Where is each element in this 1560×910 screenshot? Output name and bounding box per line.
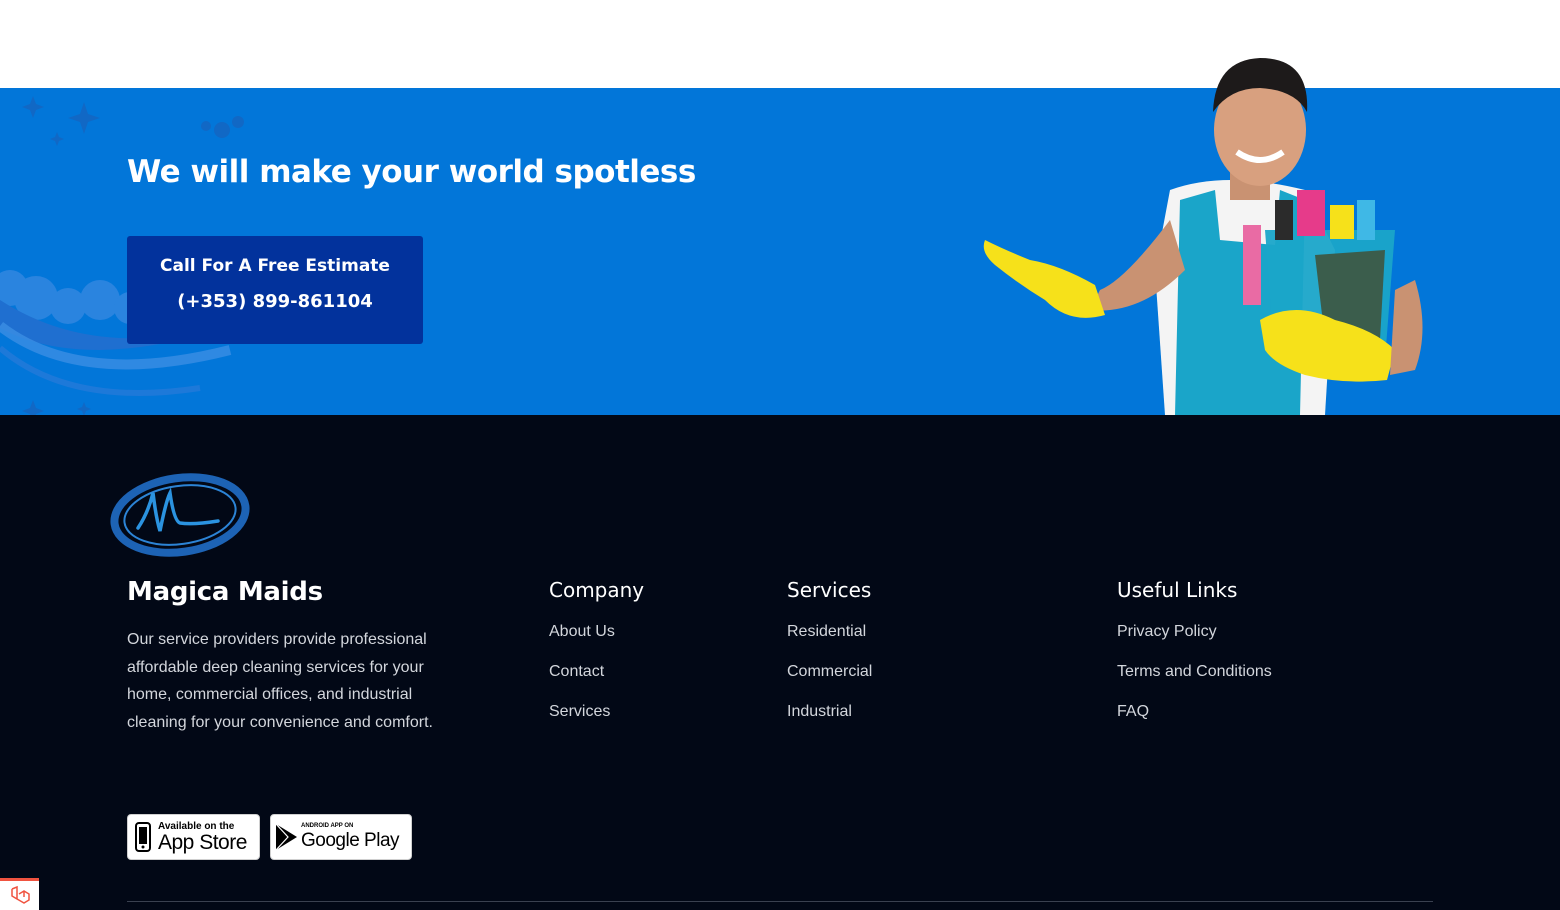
footer-link-industrial[interactable]: Industrial [787,703,872,743]
footer-column-company: Company About Us Contact Services [549,578,644,743]
brand-name: Magica Maids [127,577,323,607]
footer-link-faq[interactable]: FAQ [1117,703,1272,743]
site-footer: Magica Maids Our service providers provi… [0,415,1560,910]
google-play-big-text: Google Play [301,830,400,851]
footer-link-commercial[interactable]: Commercial [787,663,872,703]
footer-link-contact[interactable]: Contact [549,663,644,703]
google-play-badge[interactable]: ANDROID APP ON Google Play [270,814,412,860]
footer-link-about-us[interactable]: About Us [549,623,644,663]
call-estimate-button[interactable]: Call For A Free Estimate (+353) 899-8611… [127,236,423,344]
footer-link-terms[interactable]: Terms and Conditions [1117,663,1272,703]
footer-column-services: Services Residential Commercial Industri… [787,578,872,743]
call-estimate-label: Call For A Free Estimate [160,256,390,276]
services-heading: Services [787,578,872,602]
app-store-badge[interactable]: Available on the App Store [127,814,260,860]
laravel-icon[interactable] [0,878,39,910]
brand-description: Our service providers provide profession… [127,631,433,731]
footer-link-services[interactable]: Services [549,703,644,743]
cta-heading: We will make your world spotless [127,154,696,190]
footer-link-residential[interactable]: Residential [787,623,872,663]
google-play-small-text: ANDROID APP ON [301,823,354,829]
footer-divider [127,901,1433,902]
phone-icon [128,822,158,852]
play-triangle-icon [271,822,301,852]
magica-maid-logo[interactable] [108,473,252,557]
cleaner-person-illustration [983,58,1423,415]
company-heading: Company [549,578,645,602]
app-store-big-text: App Store [158,830,247,854]
phone-number: (+353) 899-861104 [177,291,373,312]
useful-links-heading: Useful Links [1117,578,1238,602]
footer-link-privacy-policy[interactable]: Privacy Policy [1117,623,1272,663]
footer-column-useful-links: Useful Links Privacy Policy Terms and Co… [1117,578,1272,743]
app-store-small-text: Available on the [158,820,235,832]
